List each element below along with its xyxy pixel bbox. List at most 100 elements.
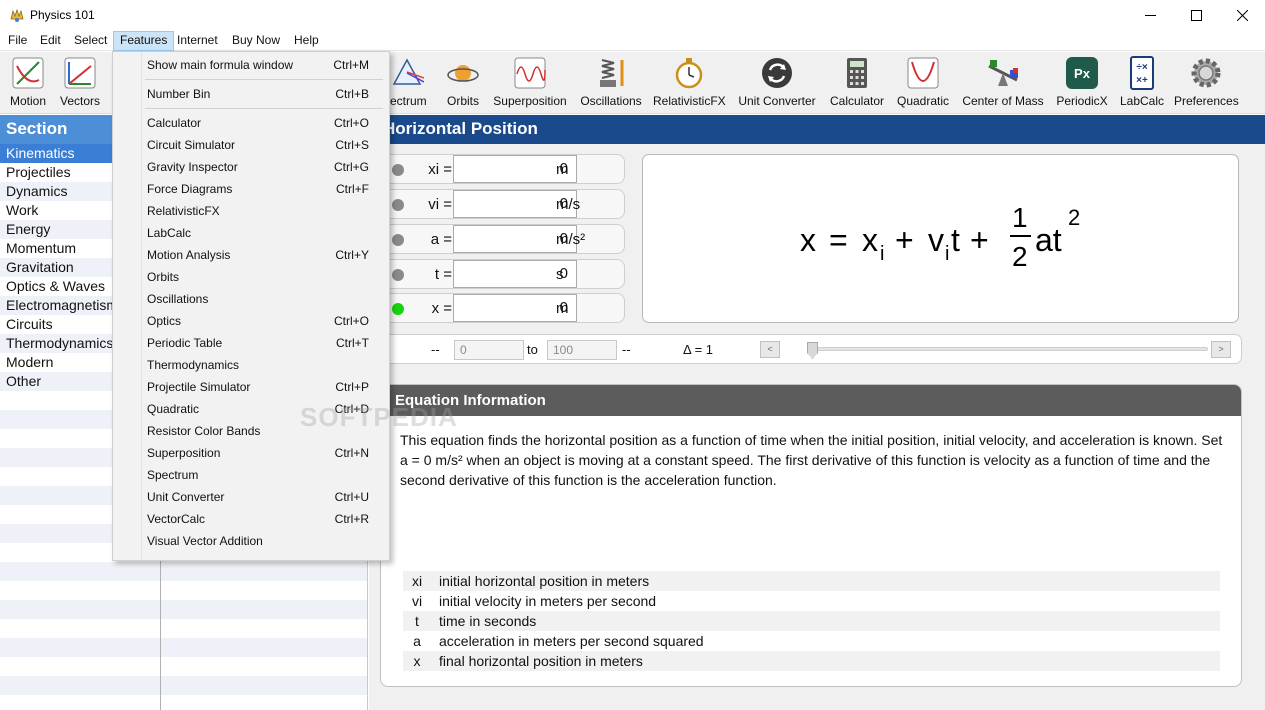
sidebar-item-projectiles[interactable]: Projectiles (0, 163, 112, 182)
sidebar-item-thermodynamics[interactable]: Thermodynamics (0, 334, 112, 353)
menu-item-periodic-table[interactable]: Periodic Table Ctrl+T (113, 332, 389, 354)
menu-file[interactable]: File (2, 31, 33, 51)
sidebar-item-electromagnetism[interactable]: Electromagnetism (0, 296, 112, 315)
quadratic-parabola-icon (907, 57, 939, 89)
sidebar-stripe (0, 638, 367, 657)
sidebar-item-dynamics[interactable]: Dynamics (0, 182, 112, 201)
legend-row: t time in seconds (403, 611, 1220, 631)
maximize-button[interactable] (1173, 0, 1219, 31)
svg-text:÷×: ÷× (1136, 62, 1147, 73)
menu-item-label: Gravity Inspector (147, 160, 238, 174)
toolbar-unit-converter[interactable]: Unit Converter (736, 56, 818, 110)
formula-numerator: 1 (1012, 202, 1028, 233)
toolbar-center-of-mass[interactable]: Center of Mass (961, 56, 1045, 110)
status-dot[interactable] (392, 199, 404, 211)
menu-internet[interactable]: Internet (171, 31, 224, 51)
toolbar-preferences[interactable]: Preferences (1174, 56, 1239, 110)
section-list: Kinematics Projectiles Dynamics Work Ene… (0, 144, 112, 391)
menu-item-label: Quadratic (147, 402, 200, 416)
unit-converter-icon (762, 58, 792, 88)
sidebar-item-gravitation[interactable]: Gravitation (0, 258, 112, 277)
sidebar-stripe (0, 600, 367, 619)
sidebar-stripe (0, 562, 367, 581)
menu-item-spectrum[interactable]: Spectrum (113, 464, 389, 486)
title-bar: Physics 101 (0, 0, 1265, 31)
spectrum-prism-icon (392, 58, 424, 85)
menu-item-circuit-simulator[interactable]: Circuit Simulator Ctrl+S (113, 134, 389, 156)
svg-text:Px: Px (1074, 66, 1091, 81)
range-to-input[interactable]: 100 (547, 340, 617, 360)
watermark: SOFTPEDIA (300, 402, 458, 432)
menu-item-labcalc[interactable]: LabCalc (113, 222, 389, 244)
range-dash-left: -- (431, 342, 440, 357)
sidebar-item-energy[interactable]: Energy (0, 220, 112, 239)
toolbar-quadratic[interactable]: Quadratic (895, 56, 951, 110)
menu-item-label: Projectile Simulator (147, 380, 251, 394)
menu-item-vectorcalc[interactable]: VectorCalc Ctrl+R (113, 508, 389, 530)
equation-info-header: Equation Information (381, 385, 1241, 416)
close-button[interactable] (1219, 0, 1265, 31)
menu-features[interactable]: Features (113, 31, 175, 51)
toolbar-superposition[interactable]: Superposition (491, 56, 569, 110)
sidebar-item-work[interactable]: Work (0, 201, 112, 220)
menu-item-number-bin[interactable]: Number Bin Ctrl+B (113, 83, 389, 105)
toolbar-orbits[interactable]: Orbits (444, 56, 482, 110)
menu-item-motion-analysis[interactable]: Motion Analysis Ctrl+Y (113, 244, 389, 266)
toolbar-periodicx[interactable]: Px PeriodicX (1054, 56, 1110, 110)
menu-item-relativisticfx[interactable]: RelativisticFX (113, 200, 389, 222)
toolbar-calculator[interactable]: Calculator (827, 56, 887, 110)
menu-item-oscillations[interactable]: Oscillations (113, 288, 389, 310)
variable-legend: xi initial horizontal position in meters… (403, 571, 1220, 671)
menu-item-shortcut: Ctrl+F (336, 182, 369, 196)
seesaw-icon (988, 60, 1018, 86)
menu-edit[interactable]: Edit (34, 31, 67, 51)
menu-item-unit-converter[interactable]: Unit Converter Ctrl+U (113, 486, 389, 508)
status-dot[interactable] (392, 269, 404, 281)
sidebar-item-modern[interactable]: Modern (0, 353, 112, 372)
sidebar-stripe (0, 619, 367, 638)
sidebar-item-momentum[interactable]: Momentum (0, 239, 112, 258)
motion-graph-icon (12, 57, 44, 89)
range-from-input[interactable]: 0 (454, 340, 524, 360)
menu-item-gravity-inspector[interactable]: Gravity Inspector Ctrl+G (113, 156, 389, 178)
toolbar-oscillations[interactable]: Oscillations (578, 56, 644, 110)
superposition-wave-icon (514, 57, 546, 89)
menu-item-projectile-simulator[interactable]: Projectile Simulator Ctrl+P (113, 376, 389, 398)
minimize-button[interactable] (1127, 0, 1173, 31)
status-dot[interactable] (392, 234, 404, 246)
toolbar-vectors[interactable]: Vectors (58, 56, 102, 110)
menu-item-label: Resistor Color Bands (147, 424, 261, 438)
menu-item-visual-vector-addition[interactable]: Visual Vector Addition (113, 530, 389, 552)
page-title: Horizontal Position (369, 115, 1265, 144)
status-dot-active[interactable] (392, 303, 404, 315)
slider-thumb[interactable] (807, 342, 818, 359)
menu-select[interactable]: Select (68, 31, 113, 51)
menu-item-optics[interactable]: Optics Ctrl+O (113, 310, 389, 332)
menu-item-shortcut: Ctrl+R (334, 512, 369, 526)
menu-help[interactable]: Help (288, 31, 325, 51)
section-header: Section (0, 115, 112, 144)
sidebar-item-other[interactable]: Other (0, 372, 112, 391)
menu-item-thermodynamics[interactable]: Thermodynamics (113, 354, 389, 376)
toolbar-motion[interactable]: Motion (6, 56, 50, 110)
formula-equals: = (829, 222, 848, 258)
toolbar-labcalc[interactable]: ÷× ×+ LabCalc (1117, 56, 1167, 110)
slider-right-button[interactable]: > (1211, 341, 1231, 358)
menu-item-orbits[interactable]: Orbits (113, 266, 389, 288)
slider-track[interactable] (808, 347, 1208, 351)
menu-buy-now[interactable]: Buy Now (226, 31, 286, 51)
slider-left-button[interactable]: < (760, 341, 780, 358)
menu-item-show-main-formula-window[interactable]: Show main formula window Ctrl+M (113, 54, 389, 76)
sidebar-item-circuits[interactable]: Circuits (0, 315, 112, 334)
menu-item-shortcut: Ctrl+O (333, 116, 369, 130)
formula-exponent: 2 (1068, 205, 1080, 230)
status-dot[interactable] (392, 164, 404, 176)
toolbar-relativisticfx[interactable]: RelativisticFX (653, 56, 726, 110)
menu-item-calculator[interactable]: Calculator Ctrl+O (113, 112, 389, 134)
sidebar-item-kinematics[interactable]: Kinematics (0, 144, 112, 163)
menu-item-shortcut: Ctrl+M (333, 58, 369, 72)
menu-item-force-diagrams[interactable]: Force Diagrams Ctrl+F (113, 178, 389, 200)
sidebar-item-optics-waves[interactable]: Optics & Waves (0, 277, 112, 296)
menu-item-superposition[interactable]: Superposition Ctrl+N (113, 442, 389, 464)
svg-text:×+: ×+ (1136, 75, 1148, 86)
